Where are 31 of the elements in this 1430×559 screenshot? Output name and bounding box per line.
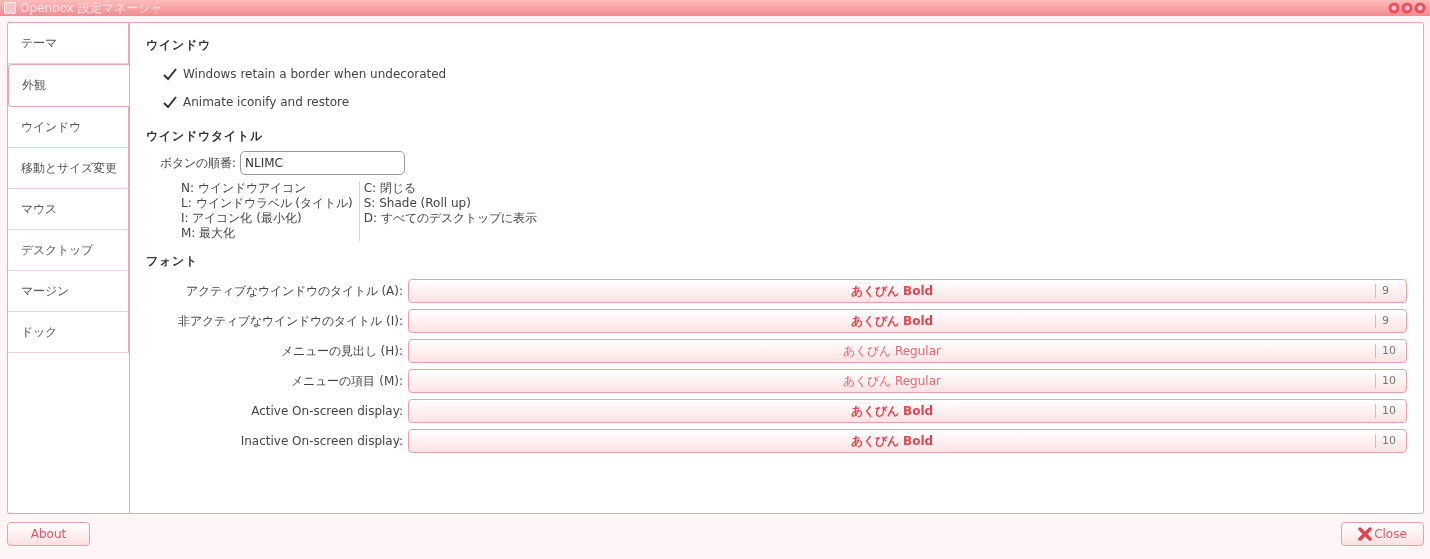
input-field[interactable]: NLIMC bbox=[240, 151, 406, 175]
legend-text: L: ウインドウラベル (タイトル) bbox=[181, 196, 353, 211]
font-label: 非アクティブなウインドウのタイトル (I): bbox=[177, 312, 404, 330]
font-picker-button[interactable]: あくびん Regular 10 bbox=[408, 339, 1407, 363]
window-title: Openbox 設定マネージャ bbox=[20, 0, 163, 17]
font-picker-button[interactable]: あくびん Bold 9 bbox=[408, 279, 1407, 303]
font-picker-button[interactable]: あくびん Bold 10 bbox=[408, 429, 1407, 453]
font-picker-button[interactable]: あくびん Bold 9 bbox=[408, 309, 1407, 333]
font-label: Inactive On-screen display: bbox=[239, 434, 404, 448]
legend-text: M: 最大化 bbox=[181, 226, 237, 241]
field-label: ボタンの順番: bbox=[160, 154, 237, 172]
sidebar-tab[interactable]: 外観 bbox=[8, 64, 129, 107]
checkbox[interactable] bbox=[163, 67, 177, 81]
checkbox[interactable] bbox=[163, 95, 177, 109]
font-picker-button[interactable]: あくびん Regular 10 bbox=[408, 369, 1407, 393]
font-picker-button[interactable]: あくびん Bold 10 bbox=[408, 399, 1407, 423]
section-heading: フォント bbox=[146, 253, 199, 270]
legend-text: C: 閉じる bbox=[363, 181, 417, 196]
font-label: メニューの見出し (H): bbox=[279, 342, 404, 360]
legend-text: I: アイコン化 (最小化) bbox=[181, 211, 303, 226]
font-label: Active On-screen display: bbox=[250, 404, 404, 418]
checkbox-label: Animate iconify and restore bbox=[183, 95, 350, 109]
checkbox-label: Windows retain a border when undecorated bbox=[183, 67, 447, 81]
legend-text: S: Shade (Roll up) bbox=[363, 196, 472, 211]
app-icon bbox=[4, 2, 16, 14]
legend-text: N: ウインドウアイコン bbox=[181, 181, 307, 196]
font-label: アクティブなウインドウのタイトル (A): bbox=[184, 282, 404, 300]
section-heading: ウインドウ bbox=[146, 37, 212, 54]
font-label: メニューの項目 (M): bbox=[290, 372, 404, 390]
legend-text: D: すべてのデスクトップに表示 bbox=[363, 211, 537, 226]
section-heading: ウインドウタイトル bbox=[146, 128, 264, 145]
